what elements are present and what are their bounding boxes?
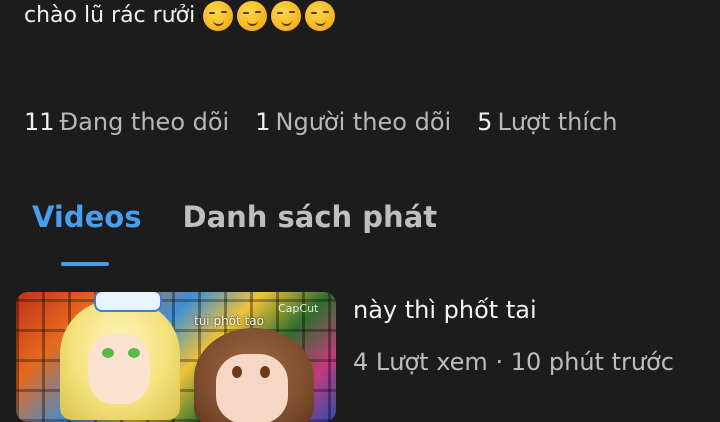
character-eye (128, 348, 140, 358)
video-meta: 4 Lượt xem · 10 phút trước (353, 348, 674, 376)
thumbnail-caption: tui phốt tao (194, 314, 264, 328)
content-tabs: Videos Danh sách phát (32, 200, 478, 234)
character-brown-face (216, 354, 288, 422)
character-hat (94, 292, 162, 312)
stat-followers[interactable]: 1 Người theo dõi (255, 108, 451, 136)
profile-stats: 11 Đang theo dõi 1 Người theo dõi 5 Lượt… (24, 108, 643, 136)
stat-followers-label: Người theo dõi (275, 108, 452, 136)
smirking-face-icon (271, 1, 302, 31)
video-views: 4 Lượt xem (353, 348, 488, 376)
active-tab-indicator (61, 262, 109, 266)
smirking-face-icon (237, 1, 268, 31)
tab-playlists[interactable]: Danh sách phát (183, 200, 438, 234)
character-eye (102, 348, 114, 358)
character-blonde-face (88, 334, 150, 404)
smirking-face-icon (203, 1, 234, 31)
video-title[interactable]: này thì phốt tai (353, 296, 537, 324)
stat-likes-count: 5 (477, 108, 493, 136)
profile-bio: chào lũ rác rưởi (24, 0, 339, 32)
video-time: 10 phút trước (510, 348, 674, 376)
meta-separator: · (487, 348, 511, 376)
character-eye (232, 366, 242, 378)
tab-videos[interactable]: Videos (32, 200, 142, 234)
capcut-watermark: CapCut (278, 302, 319, 315)
bio-text: chào lũ rác rưởi (24, 3, 196, 28)
stat-followers-count: 1 (255, 108, 271, 136)
video-thumbnail[interactable]: tui phốt tao CapCut (16, 292, 336, 422)
stat-following[interactable]: 11 Đang theo dõi (24, 108, 229, 136)
stat-following-count: 11 (24, 108, 55, 136)
character-eye (260, 366, 270, 378)
stat-likes-label: Lượt thích (497, 108, 618, 136)
stat-following-label: Đang theo dõi (59, 108, 230, 136)
smirking-face-icon (305, 1, 336, 31)
stat-likes: 5 Lượt thích (477, 108, 617, 136)
